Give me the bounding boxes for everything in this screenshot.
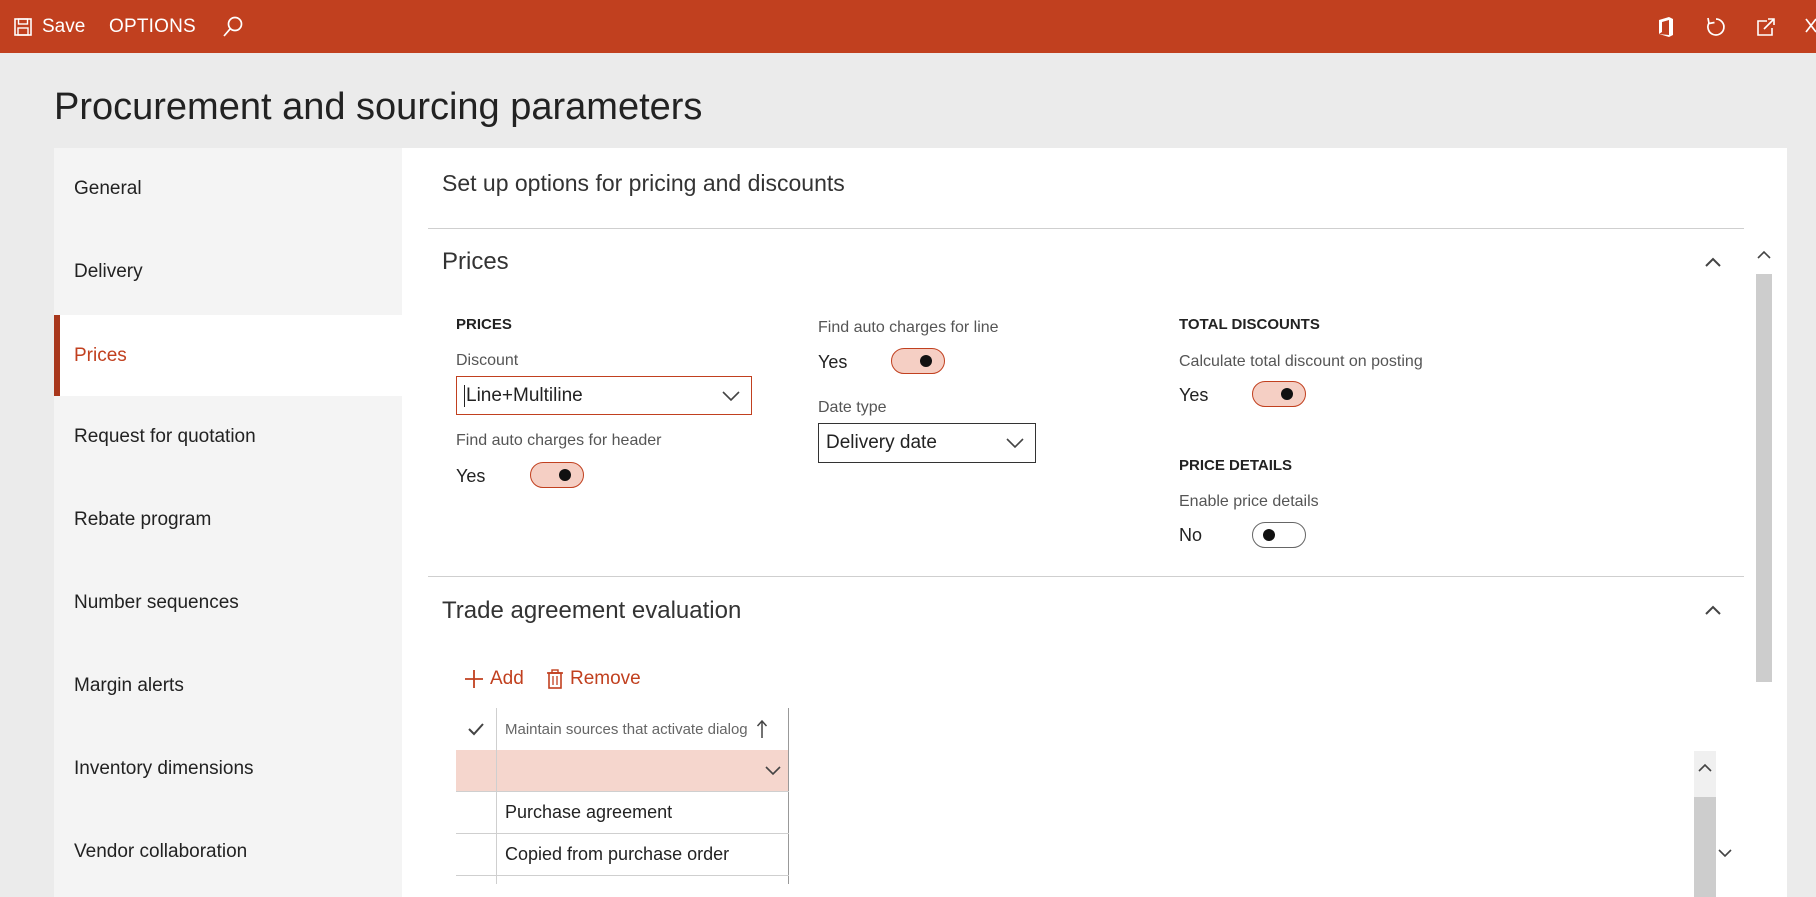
close-button[interactable]: [1804, 16, 1816, 43]
auto-charges-line-toggle[interactable]: [891, 348, 945, 374]
enable-price-details-value: No: [1179, 525, 1203, 545]
scroll-up-icon[interactable]: [1757, 250, 1771, 260]
left-nav: General Delivery Prices Request for quot…: [54, 148, 402, 897]
calc-total-discount-toggle[interactable]: [1252, 381, 1306, 407]
nav-item-request-for-quotation[interactable]: Request for quotation: [54, 396, 402, 477]
search-icon: [223, 16, 243, 37]
page-scrollbar[interactable]: [1754, 230, 1774, 840]
add-button[interactable]: Add: [464, 668, 524, 690]
command-bar: Save OPTIONS: [0, 0, 1816, 53]
trade-agreement-section-title[interactable]: Trade agreement evaluation: [442, 597, 741, 625]
divider: [428, 228, 1744, 229]
refresh-button[interactable]: [1705, 16, 1727, 43]
save-button[interactable]: Save: [14, 0, 85, 53]
office-icon: [1659, 17, 1673, 37]
grid-scrollbar[interactable]: [1694, 751, 1716, 897]
enable-price-details-toggle[interactable]: [1252, 522, 1306, 548]
nav-item-general[interactable]: General: [54, 148, 402, 229]
refresh-icon: [1707, 17, 1725, 36]
date-type-value: Delivery date: [826, 432, 937, 453]
grid-scroll-thumb[interactable]: [1694, 797, 1716, 897]
total-discounts-group-label: TOTAL DISCOUNTS: [1179, 316, 1320, 333]
page-title: Procurement and sourcing parameters: [54, 86, 703, 128]
auto-charges-header-label: Find auto charges for header: [456, 432, 662, 449]
auto-charges-header-toggle[interactable]: [530, 462, 584, 488]
nav-item-inventory-dimensions[interactable]: Inventory dimensions: [54, 728, 402, 809]
row-value: Copied from purchase order: [505, 844, 730, 864]
page-scroll-thumb[interactable]: [1756, 274, 1772, 682]
discount-label: Discount: [456, 352, 519, 369]
chevron-up-icon[interactable]: [1704, 256, 1722, 268]
office-button[interactable]: [1656, 16, 1676, 43]
popout-icon: [1757, 18, 1775, 36]
main-panel: Set up options for pricing and discounts…: [402, 148, 1787, 897]
select-all-checkbox[interactable]: [456, 708, 496, 750]
column-header-label: Maintain sources that activate dialog: [505, 720, 748, 738]
calc-total-discount-value: Yes: [1179, 385, 1209, 405]
nav-item-margin-alerts[interactable]: Margin alerts: [54, 645, 402, 726]
auto-charges-line-label: Find auto charges for line: [818, 319, 999, 336]
checkmark-icon: [468, 723, 484, 736]
remove-label: Remove: [570, 668, 641, 689]
chevron-down-icon: [722, 390, 740, 401]
table-row[interactable]: [456, 750, 789, 792]
nav-item-rebate-program[interactable]: Rebate program: [54, 479, 402, 560]
row-dropdown[interactable]: [496, 750, 789, 791]
nav-item-number-sequences[interactable]: Number sequences: [54, 562, 402, 643]
table-row[interactable]: Copied from purchase order: [456, 834, 789, 876]
chevron-down-icon: [1006, 438, 1024, 449]
trash-icon: [547, 669, 563, 689]
sort-ascending-icon: [756, 719, 767, 738]
prices-section-title[interactable]: Prices: [442, 248, 509, 276]
chevron-up-icon[interactable]: [1704, 604, 1722, 616]
discount-select[interactable]: Line+Multiline: [456, 376, 752, 415]
prices-group-label: PRICES: [456, 316, 512, 333]
date-type-label: Date type: [818, 399, 887, 416]
search-button[interactable]: [222, 0, 244, 53]
chevron-down-icon: [765, 766, 781, 776]
auto-charges-header-value: Yes: [456, 466, 486, 486]
column-header[interactable]: Maintain sources that activate dialog: [496, 708, 789, 750]
scroll-up-icon[interactable]: [1698, 763, 1712, 773]
options-menu[interactable]: OPTIONS: [109, 0, 196, 53]
remove-button[interactable]: Remove: [546, 668, 641, 690]
plus-icon: [465, 670, 483, 688]
main-heading: Set up options for pricing and discounts: [442, 170, 845, 196]
enable-price-details-label: Enable price details: [1179, 493, 1319, 510]
add-label: Add: [490, 668, 524, 689]
calc-total-discount-label: Calculate total discount on posting: [1179, 353, 1423, 370]
nav-item-prices[interactable]: Prices: [54, 315, 402, 396]
save-label: Save: [42, 15, 86, 37]
auto-charges-line-value: Yes: [818, 352, 848, 372]
nav-item-vendor-collaboration[interactable]: Vendor collaboration: [54, 811, 402, 892]
popout-button[interactable]: [1755, 16, 1777, 43]
discount-value: Line+Multiline: [464, 384, 583, 407]
table-row[interactable]: Purchase agreement: [456, 792, 789, 834]
date-type-select[interactable]: Delivery date: [818, 423, 1036, 463]
price-details-group-label: PRICE DETAILS: [1179, 457, 1293, 474]
divider: [428, 576, 1744, 577]
save-icon: [14, 17, 32, 36]
close-icon: [1805, 18, 1816, 33]
row-value: Purchase agreement: [505, 802, 673, 822]
nav-item-delivery[interactable]: Delivery: [54, 231, 402, 312]
scroll-down-icon[interactable]: [1718, 848, 1732, 858]
